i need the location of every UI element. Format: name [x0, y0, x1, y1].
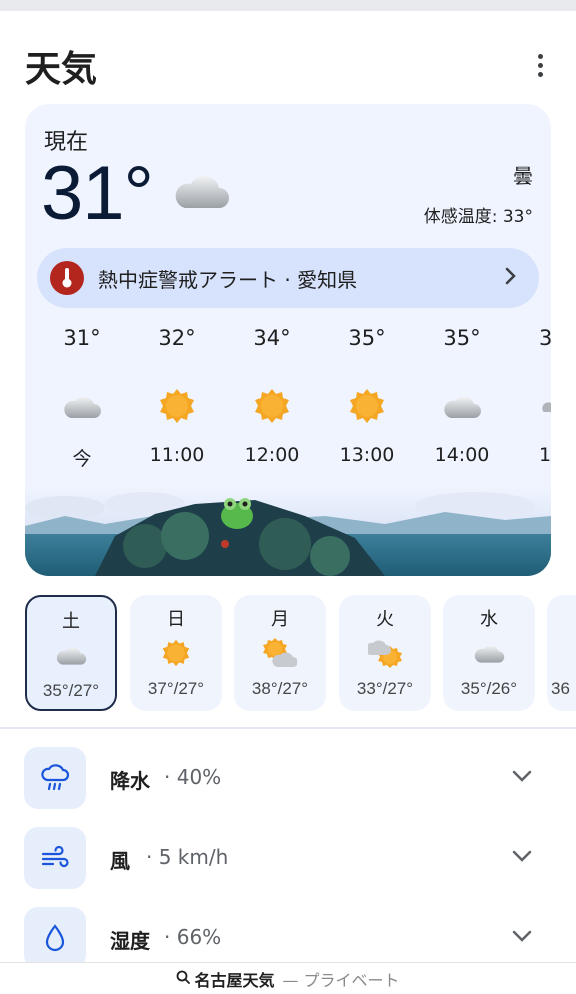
day-label [551, 605, 576, 629]
search-query: 名古屋天気 [194, 970, 275, 990]
hourly-time: 11:00 [149, 444, 205, 466]
chevron-right-icon [505, 267, 517, 289]
hourly-temp: 35° [348, 326, 386, 350]
wind-row[interactable]: 風 · 5 km/h [0, 827, 576, 889]
humidity-label: 湿度 [110, 929, 150, 953]
app-title: 天気 [25, 49, 98, 90]
wind-icon [24, 827, 86, 889]
day-label: 日 [167, 609, 185, 630]
daily-forecast[interactable]: 土 35°/27° 日 37°/27° 月 38°/27° 火 33°/27° … [0, 595, 576, 713]
private-mode-label: — プライベート [282, 970, 400, 990]
alert-text: 熱中症警戒アラート · 愛知県 [98, 267, 358, 292]
hourly-time: 14:00 [434, 444, 490, 466]
cloud-icon [173, 170, 229, 216]
temp-range: 35°/27° [42, 681, 100, 700]
daily-item-selected[interactable]: 土 35°/27° [25, 595, 117, 711]
hourly-temp: 31° [63, 326, 101, 350]
bottom-search-bar[interactable]: 名古屋天気 — プライベート [0, 962, 576, 994]
heat-alert-banner[interactable]: 熱中症警戒アラート · 愛知県 [37, 248, 539, 308]
hourly-temp: 3 [539, 326, 551, 350]
day-label: 土 [62, 611, 80, 632]
chevron-down-icon [512, 927, 532, 946]
daily-item[interactable]: 月 38°/27° [234, 595, 326, 711]
cloud-icon [27, 635, 115, 675]
chevron-down-icon [512, 767, 532, 786]
wind-label: 風 [110, 849, 130, 873]
cloud-icon [417, 376, 507, 436]
temp-range: 37°/27° [147, 679, 205, 698]
condition-text: 曇 [513, 164, 533, 188]
hourly-temp: 35° [443, 326, 481, 350]
daily-item[interactable]: 火 33°/27° [339, 595, 431, 711]
thermometer-icon [50, 261, 84, 295]
daily-item[interactable]: 水 35°/26° [443, 595, 535, 711]
cloud-sun-icon [339, 633, 431, 673]
cloud-icon [539, 376, 551, 436]
temp-range: 36 [551, 679, 570, 698]
day-label: 火 [376, 609, 394, 630]
hourly-time: 今 [72, 448, 92, 470]
hourly-time: 13:00 [339, 444, 395, 466]
temp-range: 33°/27° [356, 679, 414, 698]
precipitation-row[interactable]: 降水 · 40% [0, 747, 576, 809]
precipitation-value: · 40% [164, 765, 222, 789]
chevron-down-icon [512, 847, 532, 866]
current-temperature: 31° [41, 151, 154, 236]
humidity-row[interactable]: 湿度 · 66% [0, 907, 576, 969]
wind-value: · 5 km/h [146, 845, 229, 869]
landscape-illustration [25, 486, 551, 576]
cloud-icon [37, 376, 127, 436]
daily-item[interactable]: 日 37°/27° [130, 595, 222, 711]
temp-range: 35°/26° [460, 679, 518, 698]
hourly-item: 35° 14:00 [417, 326, 507, 466]
sun-icon [227, 376, 317, 436]
sun-icon [130, 633, 222, 673]
rain-cloud-icon [24, 747, 86, 809]
hourly-item: 35° 13:00 [322, 326, 412, 466]
hourly-item: 32° 11:00 [132, 326, 222, 466]
temp-range: 38°/27° [251, 679, 309, 698]
water-drop-icon [24, 907, 86, 969]
sun-icon [322, 376, 412, 436]
hourly-forecast[interactable]: 31° 今 32° 11:00 34° 12:00 35° 13:00 35° … [25, 326, 551, 486]
hourly-item: 3 15 [512, 326, 551, 466]
hourly-temp: 34° [253, 326, 291, 350]
hourly-temp: 32° [158, 326, 196, 350]
daily-item[interactable]: 36 [547, 595, 576, 711]
status-strip [0, 0, 576, 11]
current-weather-card: 現在 31° 曇 体感温度: 33° 熱中症警戒アラート · 愛知県 31° 今 [25, 104, 551, 576]
cloud-icon [443, 633, 535, 673]
hourly-item: 34° 12:00 [227, 326, 317, 466]
day-label: 月 [271, 609, 289, 630]
daily-icon-placeholder [551, 633, 576, 673]
divider [0, 727, 576, 729]
day-label: 水 [480, 609, 498, 630]
hourly-time: 12:00 [244, 444, 300, 466]
precipitation-label: 降水 [110, 769, 150, 793]
sun-icon [132, 376, 222, 436]
hourly-time: 15 [539, 444, 551, 466]
humidity-value: · 66% [164, 925, 222, 949]
feels-like-text: 体感温度: 33° [423, 207, 533, 227]
sun-cloud-icon [234, 633, 326, 673]
more-options-icon[interactable] [528, 50, 552, 80]
hourly-item: 31° 今 [37, 326, 127, 471]
search-icon [176, 969, 191, 988]
